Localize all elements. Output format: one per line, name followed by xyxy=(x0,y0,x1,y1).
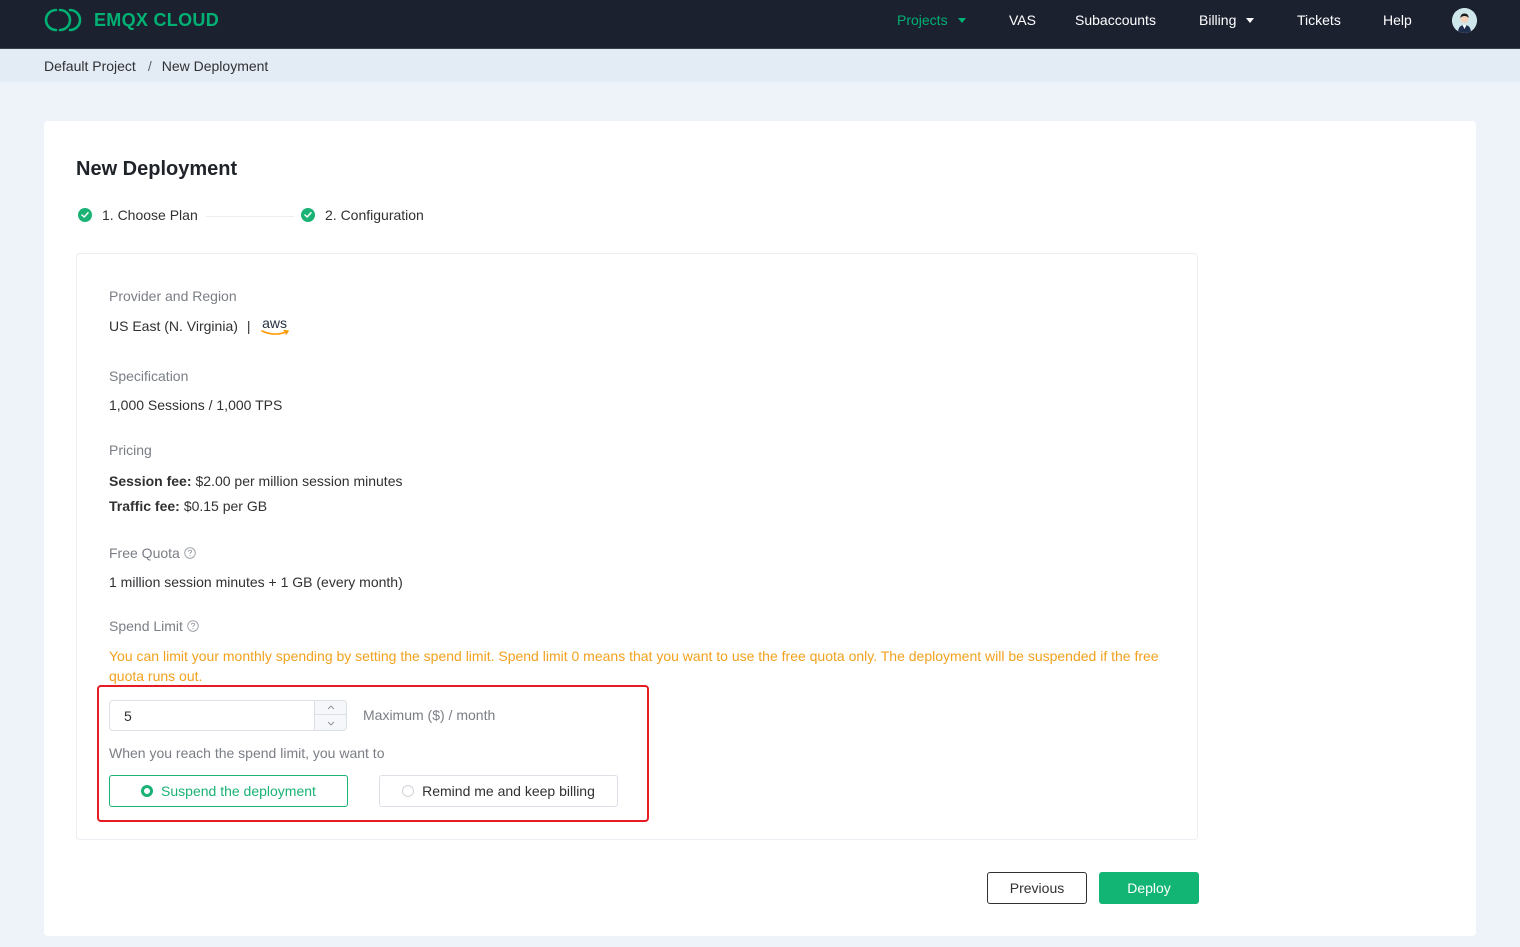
check-circle-icon xyxy=(301,208,315,222)
breadcrumb-new-deployment: New Deployment xyxy=(161,58,269,74)
specification-label: Specification xyxy=(109,368,189,384)
specification-value: 1,000 Sessions / 1,000 TPS xyxy=(109,397,283,413)
aws-logo-text: aws xyxy=(262,315,287,331)
spend-limit-unit: Maximum ($) / month xyxy=(363,707,496,723)
brand-logo[interactable]: EMQX CLOUD xyxy=(44,6,219,34)
spend-limit-warning: You can limit your monthly spending by s… xyxy=(109,648,1159,684)
top-navbar: EMQX CLOUD Projects VAS Subaccounts Bill… xyxy=(0,0,1520,49)
caret-down-icon xyxy=(957,17,966,23)
spend-limit-input[interactable]: 5 xyxy=(109,700,347,731)
spend-limit-label: Spend Limit xyxy=(109,618,199,634)
step-connector xyxy=(206,216,294,217)
breadcrumb-separator: / xyxy=(147,58,152,74)
nav-vas-label: VAS xyxy=(1009,12,1036,28)
chevron-down-icon xyxy=(327,721,334,726)
previous-button[interactable]: Previous xyxy=(987,872,1087,904)
nav-help-label: Help xyxy=(1383,12,1412,28)
breadcrumb-default-project[interactable]: Default Project xyxy=(44,58,136,74)
step-configuration: 2. Configuration xyxy=(301,207,424,223)
spend-limit-label-text: Spend Limit xyxy=(109,618,183,634)
step-choose-plan: 1. Choose Plan xyxy=(78,207,198,223)
nav-billing[interactable]: Billing xyxy=(1199,12,1255,28)
traffic-fee-value: $0.15 per GB xyxy=(183,498,268,514)
option-label: Remind me and keep billing xyxy=(422,783,595,799)
pricing-label: Pricing xyxy=(109,442,152,458)
session-fee-label: Session fee: xyxy=(109,473,192,489)
page-title: New Deployment xyxy=(76,158,238,180)
option-label: Suspend the deployment xyxy=(161,783,316,799)
spend-limit-input-value[interactable]: 5 xyxy=(124,708,132,724)
step-label: 2. Configuration xyxy=(325,207,424,223)
traffic-fee-label: Traffic fee: xyxy=(109,498,180,514)
decrement-button[interactable] xyxy=(315,716,346,730)
provider-region-label: Provider and Region xyxy=(109,288,237,304)
radio-checked-icon xyxy=(141,785,154,797)
free-quota-label-text: Free Quota xyxy=(109,545,180,561)
question-circle-icon[interactable] xyxy=(184,547,196,559)
nav-projects-label: Projects xyxy=(897,12,948,28)
option-remind-keep-billing[interactable]: Remind me and keep billing xyxy=(379,775,618,807)
user-avatar-icon xyxy=(1452,8,1477,33)
free-quota-label: Free Quota xyxy=(109,545,196,561)
breadcrumb-bar: Default Project / New Deployment xyxy=(0,49,1520,82)
nav-subaccounts[interactable]: Subaccounts xyxy=(1075,12,1156,28)
free-quota-value: 1 million session minutes + 1 GB (every … xyxy=(109,574,403,590)
nav-billing-label: Billing xyxy=(1199,12,1237,28)
question-circle-icon[interactable] xyxy=(187,620,199,632)
breadcrumb: Default Project / New Deployment xyxy=(44,58,268,74)
nav-projects[interactable]: Projects xyxy=(897,12,966,28)
deploy-button[interactable]: Deploy xyxy=(1099,872,1199,904)
nav-tickets-label: Tickets xyxy=(1297,12,1341,28)
nav-vas[interactable]: VAS xyxy=(1009,12,1036,28)
main-card: New Deployment 1. Choose Plan 2. Configu… xyxy=(44,121,1476,936)
reach-limit-prompt: When you reach the spend limit, you want… xyxy=(109,745,385,761)
region-separator: | xyxy=(246,318,251,334)
spend-limit-stepper xyxy=(314,701,346,730)
step-label: 1. Choose Plan xyxy=(102,207,198,223)
aws-logo-icon: aws xyxy=(260,315,289,336)
user-avatar[interactable] xyxy=(1452,8,1477,33)
configuration-panel: Provider and Region US East (N. Virginia… xyxy=(76,253,1198,840)
region-text: US East (N. Virginia) xyxy=(109,318,238,334)
nav-subaccounts-label: Subaccounts xyxy=(1075,12,1156,28)
check-circle-icon xyxy=(78,208,92,222)
brand-name: EMQX CLOUD xyxy=(94,9,220,30)
caret-down-icon xyxy=(1246,17,1255,23)
chevron-up-icon xyxy=(327,705,334,710)
nav-tickets[interactable]: Tickets xyxy=(1297,12,1341,28)
increment-button[interactable] xyxy=(315,701,346,715)
provider-region-value: US East (N. Virginia) | aws xyxy=(109,316,289,336)
aws-smile-icon xyxy=(260,330,289,335)
traffic-fee: Traffic fee: $0.15 per GB xyxy=(109,498,267,514)
radio-unchecked-icon xyxy=(402,785,415,797)
session-fee-value: $2.00 per million session minutes xyxy=(195,473,403,489)
session-fee: Session fee: $2.00 per million session m… xyxy=(109,473,402,489)
option-suspend-deployment[interactable]: Suspend the deployment xyxy=(109,775,348,807)
nav-help[interactable]: Help xyxy=(1383,12,1412,28)
emqx-logo-icon xyxy=(44,8,82,32)
